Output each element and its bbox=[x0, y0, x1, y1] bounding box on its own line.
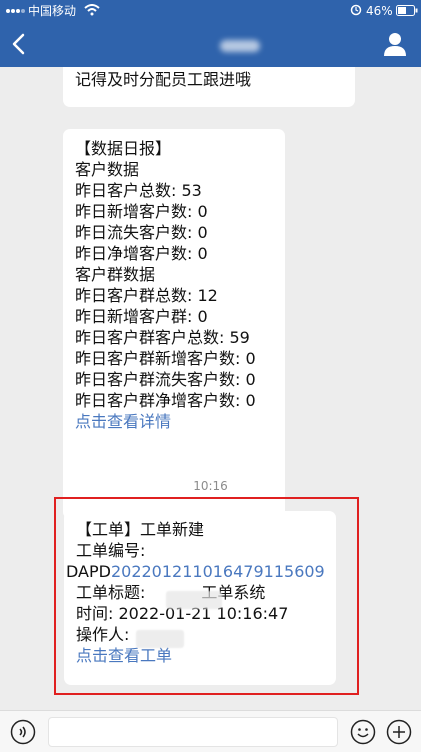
battery-icon bbox=[396, 5, 418, 16]
new-groups: 昨日新增客户群: 0 bbox=[75, 307, 208, 326]
voice-icon[interactable] bbox=[10, 719, 36, 745]
input-bar bbox=[0, 710, 421, 752]
lost-customers: 昨日流失客户数: 0 bbox=[75, 223, 208, 242]
time-separator: 10:16 bbox=[193, 479, 228, 493]
chat-title bbox=[220, 40, 260, 52]
message-bubble-daily-report: 【数据日报】 客户数据 昨日客户总数: 53 昨日新增客户数: 0 昨日流失客户… bbox=[63, 129, 285, 519]
orientation-lock-icon bbox=[350, 4, 362, 16]
highlight-box bbox=[54, 497, 359, 695]
battery-percent: 46% bbox=[366, 4, 393, 18]
total-groups: 昨日客户群总数: 12 bbox=[75, 286, 218, 305]
group-net-new-customers: 昨日客户群净增客户数: 0 bbox=[75, 391, 256, 410]
group-section-heading: 客户群数据 bbox=[75, 265, 156, 284]
chat-area: 记得及时分配员工跟进哦 【数据日报】 客户数据 昨日客户总数: 53 昨日新增客… bbox=[0, 67, 421, 710]
customer-section-heading: 客户数据 bbox=[75, 160, 140, 179]
nav-bar bbox=[0, 22, 421, 67]
total-customers: 昨日客户总数: 53 bbox=[75, 181, 202, 200]
report-title: 【数据日报】 bbox=[75, 139, 172, 158]
message-input[interactable] bbox=[48, 717, 338, 747]
top-bar: 中国移动 46% bbox=[0, 0, 421, 67]
profile-icon[interactable] bbox=[381, 30, 409, 58]
wifi-icon bbox=[84, 4, 100, 16]
group-total-customers: 昨日客户群客户总数: 59 bbox=[75, 328, 250, 347]
view-details-link[interactable]: 点击查看详情 bbox=[75, 411, 273, 432]
signal-icon bbox=[6, 9, 25, 13]
status-bar: 中国移动 46% bbox=[0, 0, 421, 22]
message-text: 记得及时分配员工跟进哦 bbox=[75, 70, 252, 89]
plus-icon[interactable] bbox=[386, 719, 412, 745]
message-bubble-reminder: 记得及时分配员工跟进哦 bbox=[63, 67, 355, 107]
back-icon[interactable] bbox=[10, 33, 28, 55]
carrier-name: 中国移动 bbox=[28, 4, 77, 18]
new-customers: 昨日新增客户数: 0 bbox=[75, 202, 208, 221]
net-new-customers: 昨日净增客户数: 0 bbox=[75, 244, 208, 263]
emoji-icon[interactable] bbox=[350, 719, 376, 745]
group-new-customers: 昨日客户群新增客户数: 0 bbox=[75, 349, 256, 368]
group-lost-customers: 昨日客户群流失客户数: 0 bbox=[75, 370, 256, 389]
